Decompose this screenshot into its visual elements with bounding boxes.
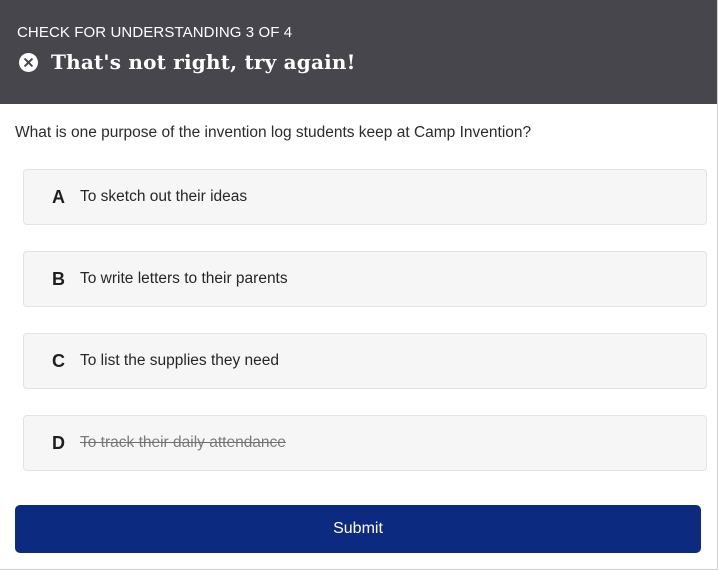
option-letter: B <box>52 268 65 289</box>
submit-button[interactable]: Submit <box>15 505 701 553</box>
option-label: To list the supplies they need <box>80 352 280 369</box>
quiz-panel: CHECK FOR UNDERSTANDING 3 OF 4 That's no… <box>0 0 718 570</box>
feedback-text: That's not right, try again! <box>51 50 356 74</box>
x-circle-icon <box>19 52 38 72</box>
progress-label: CHECK FOR UNDERSTANDING 3 OF 4 <box>17 24 293 41</box>
answer-option-d[interactable]: D To track their daily attendance <box>23 415 707 471</box>
feedback-message: That's not right, try again! <box>19 50 356 74</box>
option-letter: D <box>52 432 65 453</box>
option-label: To sketch out their ideas <box>80 188 248 205</box>
option-label: To write letters to their parents <box>80 270 288 287</box>
option-label-eliminated: To track their daily attendance <box>80 434 286 451</box>
question-text: What is one purpose of the invention log… <box>15 124 532 141</box>
option-letter: A <box>52 186 65 207</box>
answer-option-b[interactable]: B To write letters to their parents <box>23 251 707 307</box>
feedback-header: CHECK FOR UNDERSTANDING 3 OF 4 That's no… <box>0 0 717 104</box>
answer-option-a[interactable]: A To sketch out their ideas <box>23 169 707 225</box>
option-letter: C <box>52 350 65 371</box>
answer-option-c[interactable]: C To list the supplies they need <box>23 333 707 389</box>
